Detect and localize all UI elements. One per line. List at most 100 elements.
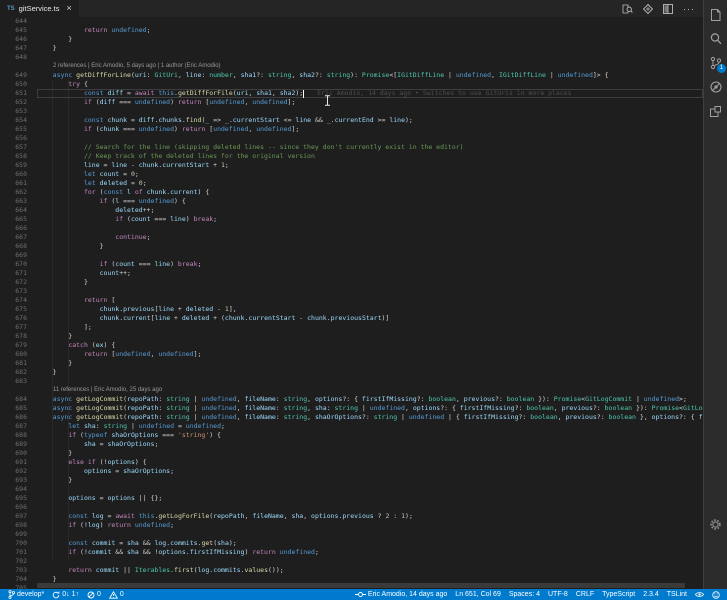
code-row[interactable]: 692 options = shaOrOptions; xyxy=(0,467,703,476)
code-row[interactable]: 673 xyxy=(0,287,703,296)
codelens-row[interactable]: 11 references | Eric Amodio, 25 days ago xyxy=(0,386,703,395)
code-row[interactable]: 678 } xyxy=(0,332,703,341)
cursor-position[interactable]: Ln 651, Col 69 xyxy=(451,591,505,598)
extensions-icon[interactable] xyxy=(704,99,727,123)
code-row[interactable]: 661 let deleted = 0; xyxy=(0,179,703,188)
typescript-version[interactable]: 2.3.4 xyxy=(639,591,663,598)
tab-gitservice[interactable]: TS gitService.ts × xyxy=(0,0,79,17)
code-row[interactable]: 650 try { xyxy=(0,80,703,89)
code-row[interactable]: 659 line = line - chunk.currentStart + 1… xyxy=(0,161,703,170)
more-actions-icon[interactable]: ··· xyxy=(683,4,695,13)
line-number: 681 xyxy=(15,359,27,367)
code-row[interactable]: 663 if (l === undefined) { xyxy=(0,197,703,206)
code-row[interactable]: 649 async getDiffForLine(uri: GitUri, li… xyxy=(0,71,703,80)
errors-item[interactable]: 0 xyxy=(83,591,105,599)
code-row[interactable]: 690 } xyxy=(0,449,703,458)
code-row[interactable]: 660 let count = 0; xyxy=(0,170,703,179)
code-row[interactable]: 664 deleted++; xyxy=(0,206,703,215)
language-mode[interactable]: TypeScript xyxy=(598,591,639,598)
code-row[interactable]: 654 const chunk = diff.chunks.find(_ => … xyxy=(0,116,703,125)
code-row[interactable]: 703 return commit || Iterables.first(log… xyxy=(0,566,703,575)
search-icon[interactable] xyxy=(704,27,727,51)
encoding-setting[interactable]: UTF-8 xyxy=(544,591,572,598)
indentation-setting[interactable]: Spaces: 4 xyxy=(505,591,544,598)
code-row[interactable]: 648 xyxy=(0,53,703,62)
code-row[interactable]: 686 async getLogCommit(repoPath: string … xyxy=(0,413,703,422)
line-number: 696 xyxy=(15,503,27,511)
code-row[interactable]: 696 xyxy=(0,503,703,512)
code-text: async getLogCommit(repoPath: string | un… xyxy=(52,404,703,412)
tslint-status[interactable]: TSLint xyxy=(663,591,691,598)
close-icon[interactable]: × xyxy=(67,4,72,13)
code-row[interactable]: 672 } xyxy=(0,278,703,287)
line-number: 699 xyxy=(15,530,27,538)
code-row[interactable]: 651 const diff = await this.getDiffForFi… xyxy=(0,89,703,98)
code-row[interactable]: 698 if (!log) return undefined; xyxy=(0,521,703,530)
code-row[interactable]: 693 } xyxy=(0,476,703,485)
code-row[interactable]: 646 } xyxy=(0,35,703,44)
sync-item[interactable]: 0↓ 1↑ xyxy=(48,591,83,599)
feedback-smiley-icon[interactable] xyxy=(708,590,724,599)
warnings-item[interactable]: 0 xyxy=(105,590,128,599)
code-row[interactable]: 656 xyxy=(0,134,703,143)
explorer-icon[interactable] xyxy=(704,3,727,27)
debug-icon[interactable] xyxy=(704,75,727,99)
code-row[interactable]: 676 chunk.current[line + deleted + (chun… xyxy=(0,314,703,323)
code-row[interactable]: 667 continue; xyxy=(0,233,703,242)
code-row[interactable]: 658 // Keep track of the deleted lines f… xyxy=(0,152,703,161)
code-row[interactable]: 662 for (const l of chunk.current) { xyxy=(0,188,703,197)
code-row[interactable]: 657 // Search for the line (skipping del… xyxy=(0,143,703,152)
codelens-text[interactable]: 11 references | Eric Amodio, 25 days ago xyxy=(37,386,703,395)
code-text: if (chunk === undefined) return [undefin… xyxy=(83,125,300,133)
code-row[interactable]: 684 async getLogCommit(repoPath: string … xyxy=(0,395,703,404)
code-text: if (count === line) break; xyxy=(99,260,202,268)
code-row[interactable]: 677 ]; xyxy=(0,323,703,332)
codelens-text[interactable]: 2 references | Eric Amodio, 5 days ago |… xyxy=(37,62,703,71)
settings-gear-icon[interactable] xyxy=(704,518,727,531)
code-row[interactable]: 691 else if (!options) { xyxy=(0,458,703,467)
code-row[interactable]: 689 sha = shaOrOptions; xyxy=(0,440,703,449)
code-row[interactable]: 665 if (count === line) break; xyxy=(0,215,703,224)
code-row[interactable]: 697 const log = await this.getLogForFile… xyxy=(0,512,703,521)
code-row[interactable]: 675 chunk.previous[line + deleted - 1], xyxy=(0,305,703,314)
code-row[interactable]: 674 return [ xyxy=(0,296,703,305)
code-row[interactable]: 685 async getLogCommit(repoPath: string … xyxy=(0,404,703,413)
code-row[interactable]: 694 xyxy=(0,485,703,494)
code-row[interactable]: 701 if (!commit && sha && !options.first… xyxy=(0,548,703,557)
code-row[interactable]: 681 } xyxy=(0,359,703,368)
horizontal-scrollbar[interactable] xyxy=(37,583,685,588)
code-row[interactable]: 680 return [undefined, undefined]; xyxy=(0,350,703,359)
code-row[interactable]: 645 return undefined; xyxy=(0,26,703,35)
code-row[interactable]: 669 xyxy=(0,251,703,260)
git-branch-item[interactable]: develop* xyxy=(4,590,48,599)
eye-icon[interactable] xyxy=(691,591,708,598)
code-row[interactable]: 644 xyxy=(0,17,703,26)
code-row[interactable]: 668 } xyxy=(0,242,703,251)
gitlens-compare-icon[interactable] xyxy=(643,3,653,14)
code-row[interactable]: 682 } xyxy=(0,368,703,377)
code-row[interactable]: 683 xyxy=(0,377,703,386)
code-row[interactable]: 687 let sha: string | undefined = undefi… xyxy=(0,422,703,431)
code-row[interactable]: 695 options = options || {}; xyxy=(0,494,703,503)
code-row[interactable]: 679 catch (ex) { xyxy=(0,341,703,350)
code-row[interactable]: 655 if (chunk === undefined) return [und… xyxy=(0,125,703,134)
codelens-row[interactable]: 2 references | Eric Amodio, 5 days ago |… xyxy=(0,62,703,71)
split-editor-icon[interactable] xyxy=(663,3,673,14)
eol-setting[interactable]: CRLF xyxy=(572,591,598,598)
code-row[interactable]: 702 xyxy=(0,557,703,566)
code-row[interactable]: 700 const commit = sha && log.commits.ge… xyxy=(0,539,703,548)
blame-item[interactable]: Eric Amodio, 14 days ago xyxy=(351,591,451,598)
code-row[interactable]: 688 if (typeof shaOrOptions === 'string'… xyxy=(0,431,703,440)
code-row[interactable]: 653 xyxy=(0,107,703,116)
source-control-icon[interactable]: 1 xyxy=(704,51,727,75)
open-changes-icon[interactable] xyxy=(622,4,633,14)
code-row[interactable]: 652 if (diff === undefined) return [unde… xyxy=(0,98,703,107)
code-row[interactable]: 671 count++; xyxy=(0,269,703,278)
code-editor[interactable]: 644 645 return undefined; 646 } 647 } 648 2 r… xyxy=(0,17,703,589)
code-row[interactable]: 666 xyxy=(0,224,703,233)
code-row[interactable]: 699 xyxy=(0,530,703,539)
code-row[interactable]: 647 } xyxy=(0,44,703,53)
line-number: 671 xyxy=(15,269,27,277)
code-row[interactable]: 670 if (count === line) break; xyxy=(0,260,703,269)
